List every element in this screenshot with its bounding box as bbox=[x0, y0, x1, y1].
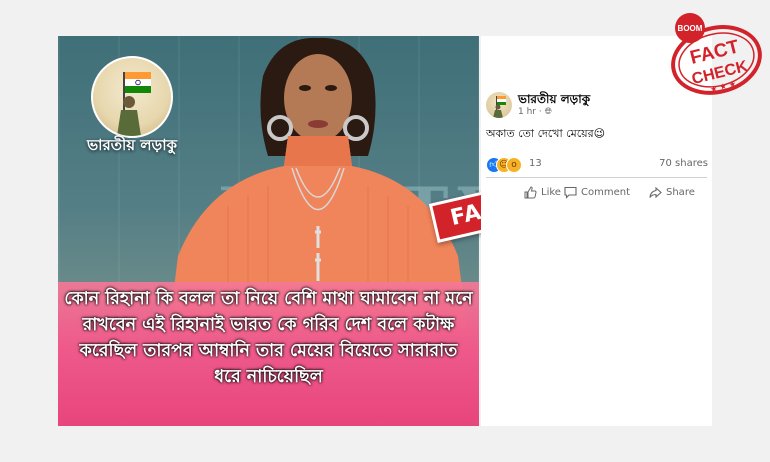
wow-reaction-icon: o bbox=[506, 157, 522, 173]
globe-icon: 🌐︎ bbox=[544, 107, 552, 117]
comment-icon bbox=[564, 186, 577, 199]
share-button[interactable]: Share bbox=[649, 184, 709, 202]
share-label: Share bbox=[666, 187, 695, 198]
flag-bearer-icon bbox=[117, 72, 151, 136]
flag-bearer-icon bbox=[493, 96, 506, 118]
thumbs-up-icon bbox=[524, 186, 537, 199]
fact-check-stamp: FACT CHECK ★ ★ ★ BOOM bbox=[671, 13, 762, 95]
comment-button[interactable]: Comment bbox=[564, 184, 644, 202]
shares-count[interactable]: 70 shares bbox=[659, 158, 708, 169]
post-time: 1 hr bbox=[518, 107, 536, 117]
comment-label: Comment bbox=[581, 187, 630, 198]
post-timestamp[interactable]: 1 hr · 🌐︎ bbox=[518, 107, 552, 117]
post-text: অকাত তো দেখো মেয়ের😉 bbox=[486, 127, 606, 140]
reactions-count: 13 bbox=[529, 158, 542, 169]
post-actions-bar: Like Comment Share bbox=[486, 184, 707, 202]
boom-logo: BOOM bbox=[678, 24, 703, 33]
page-avatar-image bbox=[91, 56, 173, 138]
share-icon bbox=[649, 186, 662, 199]
page-name-label: ভারতীয় লড়াকু bbox=[86, 136, 178, 154]
like-label: Like bbox=[541, 187, 561, 198]
divider bbox=[486, 177, 707, 178]
post-author-avatar[interactable] bbox=[486, 92, 512, 118]
caption-banner: কোন রিহানা কি বলল তা নিয়ে বেশি মাথা ঘাম… bbox=[58, 282, 479, 426]
caption-text: কোন রিহানা কি বলল তা নিয়ে বেশি মাথা ঘাম… bbox=[64, 289, 473, 387]
shared-image: FENTY bbox=[58, 36, 479, 426]
